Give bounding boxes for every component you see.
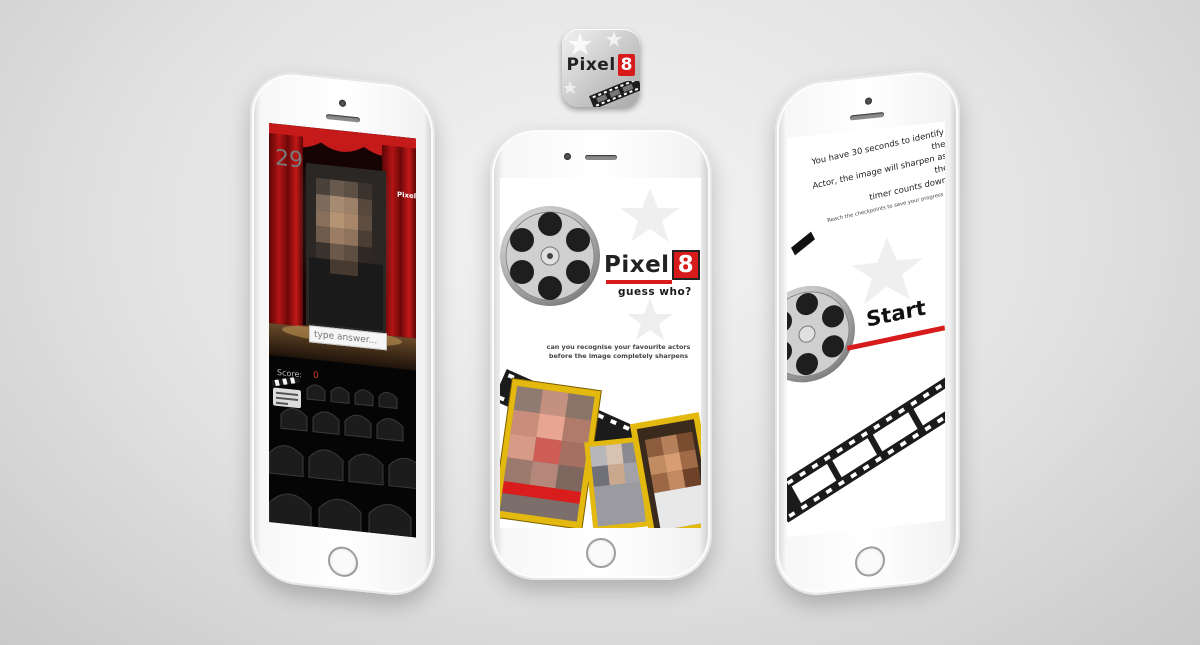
intro-screen: Pixel 8 guess who? can you recognise you… <box>500 178 701 528</box>
home-button[interactable] <box>328 545 358 579</box>
description-line: before the image completely sharpens <box>548 352 689 360</box>
app-icon-logo-word: Pixel <box>566 55 616 75</box>
countdown-timer: 29 <box>275 145 303 174</box>
earpiece-speaker <box>326 113 360 123</box>
film-strip-icon <box>589 81 640 107</box>
app-icon-logo-digit: 8 <box>617 54 636 76</box>
intro-description: can you recognise your favourite actors … <box>536 343 701 361</box>
app-logo-word: Pixel <box>604 252 670 278</box>
app-icon-logo: Pixel 8 <box>566 53 636 77</box>
home-button[interactable] <box>586 538 616 568</box>
earpiece-speaker <box>585 155 617 160</box>
home-button[interactable] <box>855 544 885 579</box>
front-camera <box>865 97 872 105</box>
front-camera <box>339 99 346 108</box>
start-screen: You have 30 seconds to identify the Acto… <box>787 121 945 538</box>
film-reel-icon <box>500 206 600 306</box>
phone-game: 29 Pixel 8 Score: 0 <box>250 68 435 600</box>
logo-underline <box>606 280 672 284</box>
front-camera <box>564 153 571 160</box>
app-logo-digit: 8 <box>671 250 700 280</box>
tagline: guess who? <box>618 286 692 298</box>
phone-start: You have 30 seconds to identify the Acto… <box>775 66 960 600</box>
app-logo: Pixel 8 <box>604 250 700 280</box>
clapperboard-icon[interactable] <box>271 375 305 413</box>
pixelated-actor-portrait <box>306 162 386 334</box>
earpiece-speaker <box>850 111 884 121</box>
game-screen: 29 Pixel 8 Score: 0 <box>269 122 416 538</box>
score-value: 0 <box>313 370 319 382</box>
app-icon[interactable]: Pixel 8 <box>562 29 640 107</box>
phone-intro: Pixel 8 guess who? can you recognise you… <box>490 128 712 580</box>
description-line: can you recognise your favourite actors <box>546 343 691 351</box>
